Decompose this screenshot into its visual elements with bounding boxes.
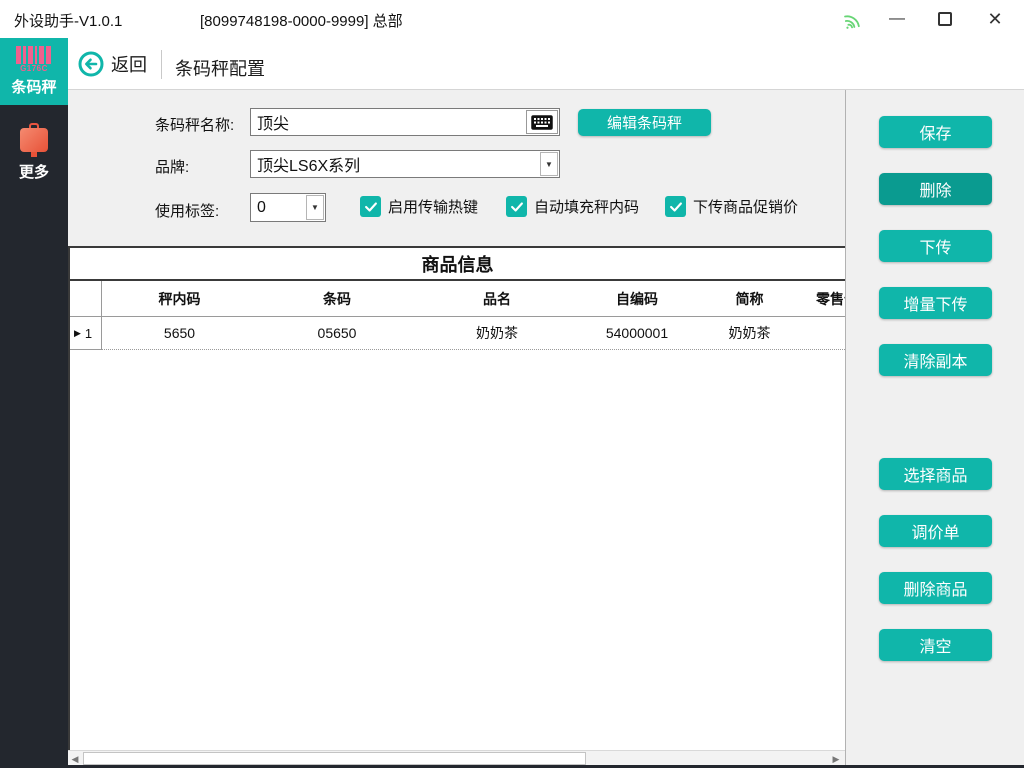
row-selector-header [70, 281, 102, 316]
brand-value: 顶尖LS6X系列 [251, 152, 539, 176]
check-icon [506, 196, 527, 217]
tag-value: 0 [251, 199, 305, 217]
checkbox-label: 下传商品促销价 [693, 196, 798, 217]
price-adjustment-button[interactable]: 调价单 [879, 515, 992, 547]
wifi-signal-icon [841, 8, 863, 30]
close-button[interactable]: ✕ [978, 0, 1012, 38]
scale-config-form: 条码秤名称: 顶尖 编辑条码秤 品牌: 顶尖LS6X系列 ▼ 使用标签: [68, 90, 845, 246]
page-title: 条码秤配置 [175, 55, 265, 81]
scrollbar-thumb[interactable] [83, 752, 586, 765]
sidebar-item-more[interactable]: 更多 [0, 117, 68, 188]
scroll-right-icon[interactable]: ▶ [829, 752, 843, 766]
checkbox-promo-price[interactable]: 下传商品促销价 [665, 196, 798, 217]
toolbar: 返回 条码秤配置 [68, 38, 1024, 90]
clear-copy-button[interactable]: 清除副本 [879, 344, 992, 376]
current-row-marker-icon: ▶ [74, 328, 81, 339]
cell-custom-code: 54000001 [577, 317, 697, 349]
action-panel: 保存 删除 下传 增量下传 清除副本 选择商品 调价单 删除商品 清空 [845, 90, 1024, 768]
table-row[interactable]: ▶ 1 5650 05650 奶奶茶 54000001 奶奶茶 [70, 317, 845, 350]
column-header[interactable]: 品名 [417, 281, 577, 316]
column-header[interactable]: 秤内码 [102, 281, 257, 316]
scale-name-value: 顶尖 [251, 110, 526, 134]
titlebar: 外设助手-V1.0.1 [8099748198-0000-9999] 总部 — … [0, 0, 1024, 38]
app-window: 外设助手-V1.0.1 [8099748198-0000-9999] 总部 — … [0, 0, 1024, 768]
chevron-down-icon[interactable]: ▼ [540, 152, 558, 176]
clear-all-button[interactable]: 清空 [879, 629, 992, 661]
back-label: 返回 [111, 51, 147, 77]
brand-label: 品牌: [155, 156, 189, 177]
horizontal-scrollbar[interactable]: ◀ ▶ [68, 750, 845, 766]
virtual-keyboard-button[interactable] [526, 110, 558, 134]
row-selector-cell: ▶ 1 [70, 317, 102, 350]
toolbar-divider [161, 50, 162, 79]
app-title: 外设助手-V1.0.1 [14, 10, 122, 31]
column-header[interactable]: 自编码 [577, 281, 697, 316]
keyboard-icon [531, 115, 553, 130]
sidebar-item-label: 更多 [0, 161, 68, 182]
check-icon [665, 196, 686, 217]
download-button[interactable]: 下传 [879, 230, 992, 262]
table-header-row: 秤内码 条码 品名 自编码 简称 零售价 [70, 281, 845, 317]
checkbox-label: 自动填充秤内码 [534, 196, 639, 217]
store-identifier: [8099748198-0000-9999] 总部 [200, 10, 403, 31]
tag-label: 使用标签: [155, 200, 219, 221]
delete-product-button[interactable]: 删除商品 [879, 572, 992, 604]
column-header[interactable]: 简称 [697, 281, 802, 316]
device-model-code: G176C [0, 64, 68, 73]
minimize-button[interactable]: — [880, 0, 914, 38]
checkbox-transfer-hotkey[interactable]: 启用传输热键 [360, 196, 478, 217]
sidebar: G176C 条码秤 更多 [0, 38, 68, 768]
row-number: 1 [85, 326, 92, 341]
maximize-icon [938, 12, 952, 26]
cell-plu-code: 5650 [102, 317, 257, 349]
maximize-button[interactable] [928, 0, 962, 38]
save-button[interactable]: 保存 [879, 116, 992, 148]
product-table: 商品信息 秤内码 条码 品名 自编码 简称 零售价 ▶ 1 5650 05650… [68, 246, 845, 750]
column-header[interactable]: 条码 [257, 281, 417, 316]
table-title: 商品信息 [70, 248, 845, 281]
check-icon [360, 196, 381, 217]
select-product-button[interactable]: 选择商品 [879, 458, 992, 490]
brand-select[interactable]: 顶尖LS6X系列 ▼ [250, 150, 560, 178]
cell-barcode: 05650 [257, 317, 417, 349]
cell-product-name: 奶奶茶 [417, 317, 577, 349]
column-header[interactable]: 零售价 [802, 281, 845, 316]
incremental-download-button[interactable]: 增量下传 [879, 287, 992, 319]
delete-button[interactable]: 删除 [879, 173, 992, 205]
sidebar-item-barcode-scale[interactable]: G176C 条码秤 [0, 38, 68, 105]
edit-scale-button[interactable]: 编辑条码秤 [578, 109, 711, 136]
scroll-left-icon[interactable]: ◀ [68, 752, 82, 766]
cell-retail-price [802, 317, 845, 349]
chevron-down-icon[interactable]: ▼ [306, 195, 324, 220]
cell-short-name: 奶奶茶 [697, 317, 802, 349]
back-arrow-icon [78, 51, 104, 77]
barcode-icon [14, 46, 54, 64]
briefcase-icon [20, 123, 48, 157]
checkbox-label: 启用传输热键 [388, 196, 478, 217]
checkbox-autofill-plu[interactable]: 自动填充秤内码 [506, 196, 639, 217]
scale-name-input[interactable]: 顶尖 [250, 108, 560, 136]
back-button[interactable]: 返回 [78, 51, 147, 77]
sidebar-item-label: 条码秤 [0, 76, 68, 97]
tag-select[interactable]: 0 ▼ [250, 193, 326, 222]
scale-name-label: 条码秤名称: [155, 114, 234, 135]
